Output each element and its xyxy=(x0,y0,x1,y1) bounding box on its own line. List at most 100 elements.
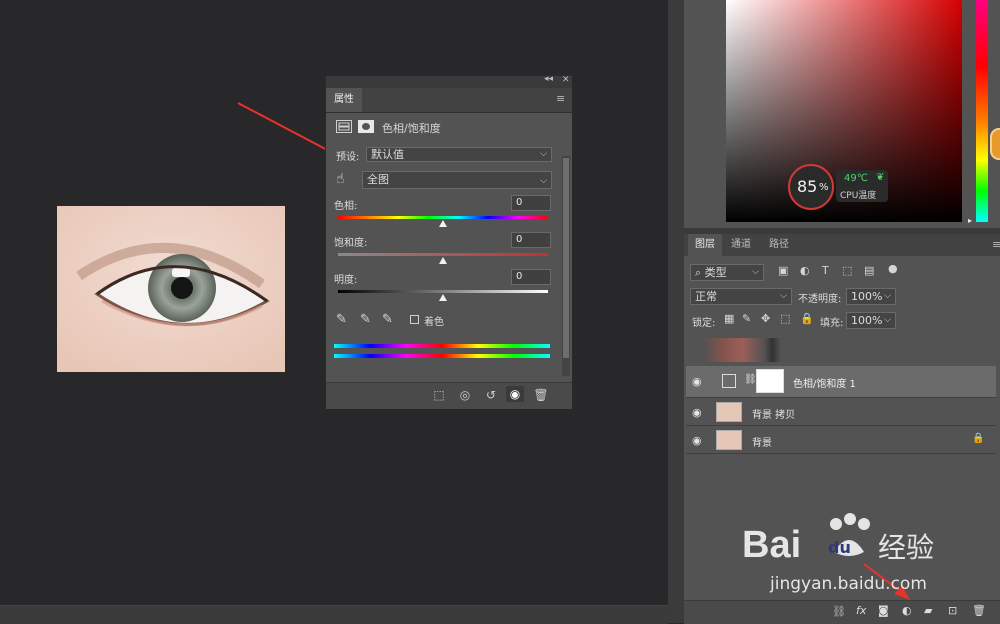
grid-icon xyxy=(338,122,350,131)
properties-scrollbar[interactable] xyxy=(562,156,570,376)
saturation-label: 饱和度: xyxy=(334,238,368,249)
leaf-icon: ❦ xyxy=(876,172,885,183)
layer-thumbnail-eye-icon xyxy=(716,402,742,422)
clip-to-layer-icon[interactable]: ⬚ xyxy=(430,387,448,403)
pixel-layer-filter-icon[interactable]: ▣ xyxy=(778,264,788,277)
layer-name: 背景 拷贝 xyxy=(752,410,796,421)
eye-photo-drawing xyxy=(57,206,285,372)
preset-dropdown[interactable]: 默认值 ⌵ xyxy=(366,147,552,162)
opacity-value: 100% xyxy=(851,290,883,303)
lightness-value-field[interactable]: 0 xyxy=(511,269,551,285)
targeted-adjustment-hand-icon[interactable]: ☝ xyxy=(336,171,345,187)
smart-object-filter-icon[interactable]: ▤ xyxy=(864,264,874,277)
lock-all-icon[interactable]: 🔒 xyxy=(800,312,814,325)
fx-icon[interactable]: fx xyxy=(856,604,866,617)
panel-divider xyxy=(668,0,684,623)
layer-filter-dropdown[interactable]: ⌕ 类型 ⌵ xyxy=(690,264,764,281)
color-hue-strip[interactable] xyxy=(976,0,988,222)
hue-slider-thumb[interactable] xyxy=(439,220,447,227)
tab-layers[interactable]: 图层 xyxy=(688,234,722,256)
link-chain-icon[interactable]: ⛓ xyxy=(744,374,757,385)
channel-dropdown[interactable]: 全图 ⌵ xyxy=(362,171,552,189)
chevron-down-icon: ⌵ xyxy=(540,149,547,159)
preset-label: 预设: xyxy=(336,152,360,163)
new-adjustment-layer-icon[interactable]: ◐ xyxy=(902,604,912,617)
tab-properties[interactable]: 属性 xyxy=(326,88,362,112)
cpu-usage-gauge[interactable]: 85 % xyxy=(788,164,834,210)
fill-value: 100% xyxy=(851,314,883,327)
collapse-icon[interactable]: ◂◂ xyxy=(544,74,553,84)
layers-tab-bar: 图层 通道 路径 ≡ xyxy=(684,234,1000,256)
saturation-slider-track[interactable] xyxy=(338,253,548,256)
horizontal-scrollbar[interactable] xyxy=(0,605,668,624)
lightness-label: 明度: xyxy=(334,275,358,286)
eyedropper-icon[interactable]: ✎ xyxy=(336,312,347,327)
panel-title-bar[interactable]: ◂◂ ✕ xyxy=(326,74,572,88)
layer-visibility-eye-icon[interactable]: ◉ xyxy=(692,406,702,419)
layer-mask-icon[interactable] xyxy=(358,120,374,133)
new-group-folder-icon[interactable]: ▰ xyxy=(924,604,932,617)
filter-toggle-icon[interactable]: ● xyxy=(888,262,898,275)
type-layer-filter-icon[interactable]: T xyxy=(822,264,829,277)
lightness-slider-thumb[interactable] xyxy=(439,294,447,301)
add-to-sample-eyedropper-icon[interactable]: ✎ xyxy=(360,312,371,327)
tab-paths[interactable]: 路径 xyxy=(762,234,796,256)
layer-visibility-eye-icon[interactable]: ◉ xyxy=(692,434,702,447)
hue-value-field[interactable]: 0 xyxy=(511,195,551,211)
hue-label: 色相: xyxy=(334,201,358,212)
saturation-value-field[interactable]: 0 xyxy=(511,232,551,248)
reset-icon[interactable]: ↺ xyxy=(482,387,500,403)
properties-tab-bar: 属性 ≡ xyxy=(326,88,572,113)
lock-artboard-icon[interactable]: ⬚ xyxy=(780,312,790,325)
blend-mode-value: 正常 xyxy=(695,290,717,303)
tab-channels[interactable]: 通道 xyxy=(724,234,758,256)
temperature-label: CPU温度 xyxy=(840,191,877,201)
add-mask-icon[interactable]: ◙ xyxy=(878,604,889,617)
colorize-checkbox[interactable] xyxy=(410,315,419,324)
scrollbar-thumb[interactable] xyxy=(563,158,569,358)
layer-row-hue-saturation[interactable]: ◉ ⛓ 色相/饱和度 1 xyxy=(686,366,996,398)
adjustment-layer-thumb-icon xyxy=(722,374,736,388)
hue-slider-track[interactable] xyxy=(338,216,548,219)
layer-name: 背景 xyxy=(752,438,772,449)
lock-pixels-icon[interactable]: ✎ xyxy=(742,312,751,325)
filter-type-value: 类型 xyxy=(704,266,727,279)
adjustment-title: 色相/饱和度 xyxy=(382,122,441,135)
chevron-down-icon: ⌵ xyxy=(884,291,891,301)
view-previous-state-icon[interactable]: ◎ xyxy=(456,387,474,403)
link-layers-icon[interactable]: ⛓ xyxy=(832,605,846,618)
layer-thumbnail-eye-icon xyxy=(716,430,742,450)
panel-menu-icon[interactable]: ≡ xyxy=(556,92,565,105)
fill-label: 填充: xyxy=(820,318,844,329)
subtract-from-sample-eyedropper-icon[interactable]: ✎ xyxy=(382,312,393,327)
layer-mask-thumbnail[interactable] xyxy=(756,369,784,393)
lock-transparent-icon[interactable]: ▦ xyxy=(724,312,734,325)
cpu-temperature-card[interactable]: 49℃ ❦ CPU温度 xyxy=(836,170,888,202)
trash-icon[interactable]: 🗑 xyxy=(532,387,550,403)
adjustment-layer-filter-icon[interactable]: ◐ xyxy=(800,264,810,277)
eye-photo xyxy=(57,206,285,372)
lock-label: 锁定: xyxy=(692,318,716,329)
visibility-eye-icon[interactable]: ◉ xyxy=(506,386,524,402)
layer-visibility-eye-icon[interactable]: ◉ xyxy=(692,375,702,388)
hue-saturation-adjustment-icon xyxy=(336,120,352,133)
cpu-percent: 85 xyxy=(797,177,818,196)
temperature-value: 49℃ xyxy=(844,173,868,184)
fill-field[interactable]: 100% ⌵ xyxy=(846,312,896,329)
lock-position-icon[interactable]: ✥ xyxy=(761,312,770,325)
opacity-field[interactable]: 100% ⌵ xyxy=(846,288,896,305)
new-layer-icon[interactable]: ⊡ xyxy=(948,604,957,617)
saturation-slider-thumb[interactable] xyxy=(439,257,447,264)
shape-layer-filter-icon[interactable]: ⬚ xyxy=(842,264,852,277)
blend-mode-dropdown[interactable]: 正常 ⌵ xyxy=(690,288,792,305)
floating-widget-edge[interactable] xyxy=(990,128,1000,160)
lightness-slider-track[interactable] xyxy=(338,290,548,293)
chevron-down-icon: ⌵ xyxy=(540,176,547,186)
close-icon[interactable]: ✕ xyxy=(562,75,570,85)
properties-footer: ⬚ ◎ ↺ ◉ 🗑 xyxy=(326,382,572,409)
lock-icon: 🔒 xyxy=(972,433,985,444)
layer-row-background-copy[interactable]: ◉ 背景 拷贝 xyxy=(686,398,996,426)
layer-row-background[interactable]: ◉ 背景 🔒 xyxy=(686,426,996,454)
delete-layer-trash-icon[interactable]: 🗑 xyxy=(972,604,986,617)
layers-menu-icon[interactable]: ≡ xyxy=(992,238,1000,251)
